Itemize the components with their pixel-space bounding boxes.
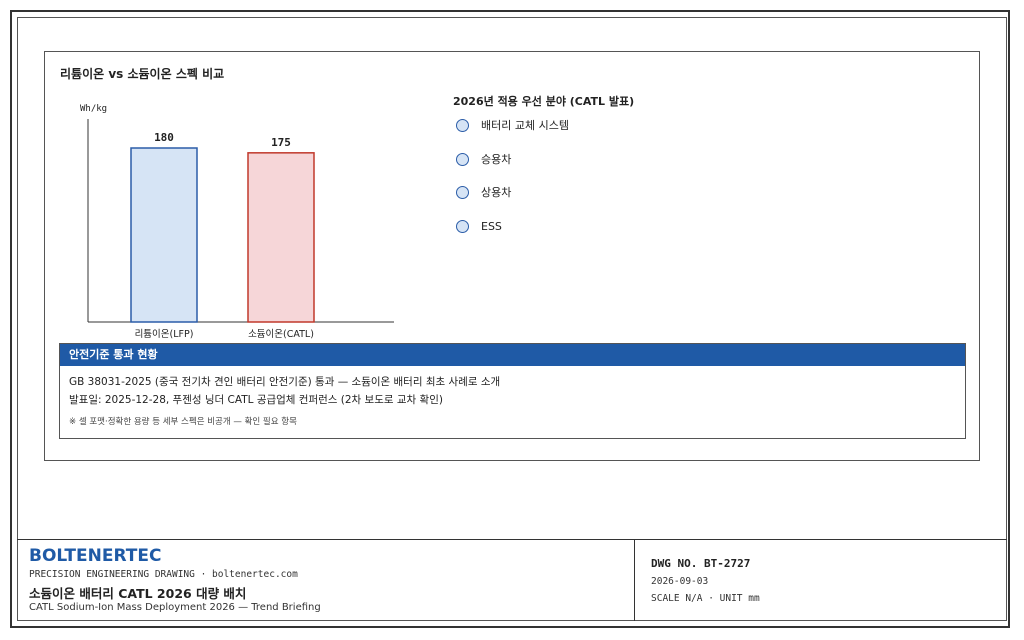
radio-circle-icon[interactable] [456, 152, 469, 166]
document-title-ko: 소듐이온 배터리 CATL 2026 대량 배치 [29, 586, 247, 601]
document-title-en: CATL Sodium-Ion Mass Deployment 2026 — T… [29, 602, 321, 613]
radio-circle-icon[interactable] [456, 186, 469, 200]
radio-circle-icon[interactable] [456, 119, 469, 132]
safety-status-box: 안전기준 통과 현황 GB 38031-2025 (중국 전기차 견인 배터리 … [59, 343, 966, 439]
y-axis-label: Wh/kg [80, 104, 107, 114]
safety-line-1: GB 38031-2025 (중국 전기차 견인 배터리 안전기준) 통과 — … [69, 376, 501, 388]
bar-chart: Wh/kg 180 리튬이온(LFP) 175 소듐이온(CATL) [80, 104, 394, 340]
priority-item[interactable]: ESS [456, 219, 569, 253]
priority-label: ESS [481, 220, 502, 234]
x-tick-label: 소듐이온(CATL) [248, 329, 314, 340]
bar-sodium [247, 152, 315, 323]
priority-label: 배터리 교체 시스템 [481, 119, 569, 132]
bar-value-label: 180 [154, 131, 174, 144]
company-name: BOLTENERTEC [29, 546, 162, 566]
safety-note: ※ 셀 포맷·정확한 용량 등 세부 스펙은 비공개 — 확인 필요 항목 [69, 417, 297, 427]
company-tagline: PRECISION ENGINEERING DRAWING · boltener… [29, 569, 298, 580]
drawing-number: DWG NO. BT-2727 [651, 557, 751, 570]
bar-lithium [130, 147, 198, 323]
priority-label: 승용차 [481, 152, 512, 166]
chart-title: 리튬이온 vs 소듐이온 스펙 비교 [60, 67, 225, 81]
drawing-scale: SCALE N/A · UNIT mm [651, 593, 760, 604]
title-block-divider [634, 539, 635, 621]
priority-item[interactable]: 배터리 교체 시스템 [456, 118, 569, 152]
safety-header: 안전기준 통과 현황 [60, 344, 965, 366]
drawing-date: 2026-09-03 [651, 576, 709, 587]
priority-label: 상용차 [481, 186, 512, 200]
radio-circle-icon[interactable] [456, 220, 469, 234]
priority-item[interactable]: 승용차 [456, 152, 569, 186]
priority-list: 배터리 교체 시스템 승용차 상용차 ESS [456, 118, 569, 253]
safety-line-2: 발표일: 2025-12-28, 푸젠성 닝더 CATL 공급업체 컨퍼런스 (… [69, 394, 443, 406]
x-tick-label: 리튬이온(LFP) [135, 329, 194, 340]
priority-item[interactable]: 상용차 [456, 185, 569, 219]
bar-value-label: 175 [271, 136, 291, 149]
priority-title: 2026년 적용 우선 분야 (CATL 발표) [453, 95, 635, 108]
